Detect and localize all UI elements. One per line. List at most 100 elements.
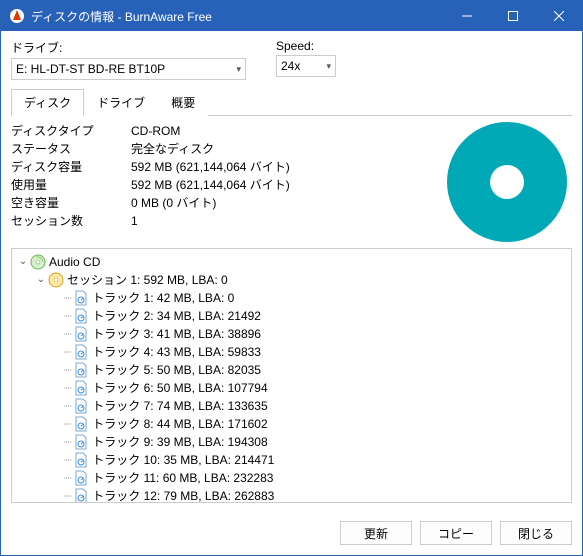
- tree-label: Audio CD: [49, 253, 100, 271]
- collapse-icon[interactable]: ⌄: [34, 271, 48, 289]
- close-dialog-button[interactable]: 閉じる: [500, 521, 572, 545]
- track-icon: [73, 326, 89, 342]
- tree-label: トラック 3: 41 MB, LBA: 38896: [92, 325, 261, 343]
- collapse-icon[interactable]: ⌄: [16, 253, 30, 271]
- info-val: 592 MB (621,144,064 バイト): [131, 158, 437, 176]
- track-icon: [73, 362, 89, 378]
- tree-track[interactable]: ┈ トラック 6: 50 MB, LBA: 107794: [16, 379, 567, 397]
- tree-label: トラック 8: 44 MB, LBA: 171602: [92, 415, 267, 433]
- tree-line-icon: ┈: [64, 307, 71, 325]
- tree-line-icon: ┈: [64, 469, 71, 487]
- track-icon: [73, 290, 89, 306]
- footer: 更新 コピー 閉じる: [1, 511, 582, 555]
- info-val: 完全なディスク: [131, 140, 437, 158]
- tree-track[interactable]: ┈ トラック 12: 79 MB, LBA: 262883: [16, 487, 567, 503]
- track-icon: [73, 488, 89, 503]
- tree-line-icon: ┈: [64, 289, 71, 307]
- tree-track[interactable]: ┈ トラック 10: 35 MB, LBA: 214471: [16, 451, 567, 469]
- drive-label: ドライブ:: [11, 39, 246, 56]
- track-tree[interactable]: ⌄Audio CD⌄セッション 1: 592 MB, LBA: 0┈トラック 1…: [11, 248, 572, 503]
- tree-track[interactable]: ┈ トラック 11: 60 MB, LBA: 232283: [16, 469, 567, 487]
- tab-drive[interactable]: ドライブ: [84, 89, 158, 116]
- track-icon: [73, 470, 89, 486]
- info-key: ステータス: [11, 140, 131, 158]
- tree-label: セッション 1: 592 MB, LBA: 0: [67, 271, 228, 289]
- disc-visual: [447, 122, 567, 242]
- track-icon: [73, 434, 89, 450]
- tree-session[interactable]: ⌄ セッション 1: 592 MB, LBA: 0: [16, 271, 567, 289]
- window-controls: [444, 1, 582, 31]
- tree-label: トラック 10: 35 MB, LBA: 214471: [92, 451, 274, 469]
- chevron-down-icon: ▾: [326, 61, 331, 72]
- track-icon: [73, 416, 89, 432]
- app-window: ディスクの情報 - BurnAware Free ドライブ: E: HL-DT-…: [0, 0, 583, 556]
- tree-root[interactable]: ⌄ Audio CD: [16, 253, 567, 271]
- tree-label: トラック 2: 34 MB, LBA: 21492: [92, 307, 261, 325]
- tree-track[interactable]: ┈ トラック 4: 43 MB, LBA: 59833: [16, 343, 567, 361]
- tree-label: トラック 1: 42 MB, LBA: 0: [92, 289, 234, 307]
- app-icon: [9, 8, 25, 24]
- tree-line-icon: ┈: [64, 379, 71, 397]
- tree-line-icon: ┈: [64, 433, 71, 451]
- tab-overview[interactable]: 概要: [158, 89, 208, 116]
- content-area: ドライブ: E: HL-DT-ST BD-RE BT10P ▾ Speed: 2…: [1, 31, 582, 511]
- tree-label: トラック 12: 79 MB, LBA: 262883: [92, 487, 274, 503]
- tree-label: トラック 11: 60 MB, LBA: 232283: [92, 469, 273, 487]
- selector-row: ドライブ: E: HL-DT-ST BD-RE BT10P ▾ Speed: 2…: [11, 39, 572, 80]
- tab-disc[interactable]: ディスク: [11, 89, 84, 116]
- tree-track[interactable]: ┈ トラック 2: 34 MB, LBA: 21492: [16, 307, 567, 325]
- tree-track[interactable]: ┈ トラック 5: 50 MB, LBA: 82035: [16, 361, 567, 379]
- track-icon: [73, 380, 89, 396]
- tree-line-icon: ┈: [64, 325, 71, 343]
- tree-track[interactable]: ┈ トラック 8: 44 MB, LBA: 171602: [16, 415, 567, 433]
- track-icon: [73, 308, 89, 324]
- info-area: ディスクタイプCD-ROM ステータス完全なディスク ディスク容量592 MB …: [11, 122, 572, 242]
- info-key: ディスクタイプ: [11, 122, 131, 140]
- titlebar: ディスクの情報 - BurnAware Free: [1, 1, 582, 31]
- tree-track[interactable]: ┈ トラック 1: 42 MB, LBA: 0: [16, 289, 567, 307]
- speed-label: Speed:: [276, 39, 336, 53]
- speed-value: 24x: [281, 59, 300, 73]
- info-val: CD-ROM: [131, 122, 437, 140]
- maximize-button[interactable]: [490, 1, 536, 31]
- track-icon: [73, 344, 89, 360]
- speed-group: Speed: 24x ▾: [276, 39, 336, 80]
- drive-value: E: HL-DT-ST BD-RE BT10P: [16, 62, 165, 76]
- info-val: 0 MB (0 バイト): [131, 194, 437, 212]
- copy-button[interactable]: コピー: [420, 521, 492, 545]
- info-table: ディスクタイプCD-ROM ステータス完全なディスク ディスク容量592 MB …: [11, 122, 437, 242]
- info-key: セッション数: [11, 212, 131, 230]
- tree-line-icon: ┈: [64, 397, 71, 415]
- track-icon: [73, 398, 89, 414]
- disc-hole-icon: [490, 165, 524, 199]
- tree-track[interactable]: ┈ トラック 7: 74 MB, LBA: 133635: [16, 397, 567, 415]
- session-icon: [48, 272, 64, 288]
- tree-line-icon: ┈: [64, 361, 71, 379]
- window-title: ディスクの情報 - BurnAware Free: [31, 8, 444, 25]
- tree-line-icon: ┈: [64, 343, 71, 361]
- tree-track[interactable]: ┈ トラック 3: 41 MB, LBA: 38896: [16, 325, 567, 343]
- minimize-button[interactable]: [444, 1, 490, 31]
- info-val: 592 MB (621,144,064 バイト): [131, 176, 437, 194]
- chevron-down-icon: ▾: [236, 64, 241, 75]
- tree-line-icon: ┈: [64, 451, 71, 469]
- close-button[interactable]: [536, 1, 582, 31]
- info-val: 1: [131, 212, 437, 230]
- tree-track[interactable]: ┈ トラック 9: 39 MB, LBA: 194308: [16, 433, 567, 451]
- track-icon: [73, 452, 89, 468]
- tree-label: トラック 6: 50 MB, LBA: 107794: [92, 379, 267, 397]
- cd-icon: [30, 254, 46, 270]
- tree-label: トラック 5: 50 MB, LBA: 82035: [92, 361, 261, 379]
- tree-label: トラック 9: 39 MB, LBA: 194308: [92, 433, 267, 451]
- info-key: 空き容量: [11, 194, 131, 212]
- refresh-button[interactable]: 更新: [340, 521, 412, 545]
- tab-bar: ディスク ドライブ 概要: [11, 88, 572, 116]
- tree-label: トラック 4: 43 MB, LBA: 59833: [92, 343, 261, 361]
- tree-line-icon: ┈: [64, 487, 71, 503]
- drive-select[interactable]: E: HL-DT-ST BD-RE BT10P ▾: [11, 58, 246, 80]
- tree-label: トラック 7: 74 MB, LBA: 133635: [92, 397, 267, 415]
- speed-select[interactable]: 24x ▾: [276, 55, 336, 77]
- tree-line-icon: ┈: [64, 415, 71, 433]
- drive-group: ドライブ: E: HL-DT-ST BD-RE BT10P ▾: [11, 39, 246, 80]
- info-key: ディスク容量: [11, 158, 131, 176]
